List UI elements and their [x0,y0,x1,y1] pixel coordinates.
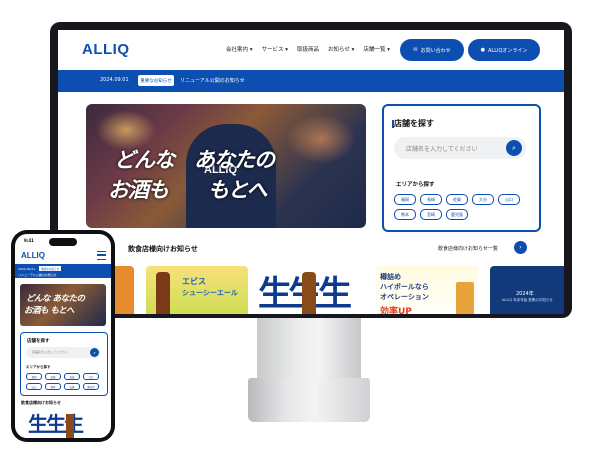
store-search-placeholder: 店舗名を入力してください [32,350,68,354]
store-search-title: 店舗を探す [27,339,50,344]
area-chip-yamaguchi[interactable]: 山口 [26,383,42,390]
hero-banner: どんな あなたの お酒も もとへ [20,284,106,326]
store-search-input[interactable]: 店舗名を入力してください ⌕ [394,137,526,159]
area-chip-saga[interactable]: 佐賀 [446,194,468,205]
card-text: 樽詰め [380,273,401,281]
desktop-screen: ALLIQ 会社案内 ▾ サービス ▾ 取扱商品 お知らせ ▾ 店舗一覧 ▾ ✉… [58,30,564,314]
card-text: シューシーエール [182,289,238,297]
store-search-card: 店舗を探す 店舗名を入力してください ⌕ エリアから探す 福岡 長崎 佐賀 大分… [382,104,541,232]
beer-bottle-image [302,272,316,314]
area-chip-nagasaki[interactable]: 長崎 [45,373,61,380]
section-title: 飲食店様向けお知らせ [128,245,198,253]
news-card[interactable]: 生生生 [258,266,368,314]
area-chip-oita[interactable]: 大分 [83,373,99,380]
news-tag: 重要なお知らせ [138,75,174,86]
news-date: 2024.09.01 [100,77,129,83]
hero-light [286,114,356,164]
mail-icon: ✉ [413,47,418,53]
news-card[interactable]: エビス シューシーエール [146,266,248,314]
hero-headline-line1: どんな あなたの [26,294,85,304]
area-chip-miyazaki[interactable]: 宮崎 [420,209,442,220]
beer-bottle-image [156,272,170,314]
highball-glass-image [456,282,474,314]
user-icon: ● [480,47,485,53]
nav-item-stores[interactable]: 店舗一覧 ▾ [363,45,390,53]
hero-headline-line2: お酒も もとへ [108,178,268,202]
nav-item-company[interactable]: 会社案内 ▾ [226,45,253,53]
search-button[interactable]: ⌕ [506,140,522,156]
news-card[interactable]: 生生生 [20,410,106,438]
monitor-stand-neck [257,318,361,384]
main-nav: 会社案内 ▾ サービス ▾ 取扱商品 お知らせ ▾ 店舗一覧 ▾ [226,45,390,53]
area-chip-fukuoka[interactable]: 福岡 [26,373,42,380]
nav-item-products[interactable]: 取扱商品 [297,45,319,53]
news-tag: 重要なお知らせ [39,266,61,271]
card-text: ハイボールなら [380,283,429,291]
section-title: 飲食店様向けお知らせ [21,400,61,405]
news-bar[interactable]: 2024.09.01 重要なお知らせ リニューアル公開のお知らせ [58,70,564,92]
hamburger-menu-line [97,254,106,256]
card-text: 効率UP [380,307,412,314]
phone-screen: 9:41 ALLIQ 2024.09.01 重要なお知らせ リニューアル公開のお… [15,234,111,438]
area-chip-yamaguchi[interactable]: 山口 [498,194,520,205]
search-icon: ⌕ [93,350,96,355]
online-store-button[interactable]: ● ALLIQオンライン [468,39,540,61]
area-search-label: エリアから探す [396,182,435,188]
area-chips: 福岡 長崎 佐賀 大分 山口 熊本 宮崎 鹿児島 [26,373,102,390]
beer-bottle-image [66,414,74,438]
site-logo[interactable]: ALLIQ [82,41,130,58]
store-search-title: 店舗を探す [394,119,434,128]
hero-headline-line2: お酒も もとへ [24,306,74,316]
card-text: オペレーション [380,293,429,301]
contact-button[interactable]: ✉ お問い合わせ [400,39,464,61]
store-search-card: 店舗を探す 店舗名を入力してください ⌕ エリアから探す 福岡 長崎 佐賀 大分… [20,332,108,396]
news-bar[interactable]: 2024.09.01 重要なお知らせ リニューアル公開のお知らせ [15,264,111,278]
site-header: ALLIQ 会社案内 ▾ サービス ▾ 取扱商品 お知らせ ▾ 店舗一覧 ▾ ✉… [58,30,564,70]
card-text: エビス [182,277,206,286]
contact-button-label: お問い合わせ [420,47,451,54]
area-chip-kagoshima[interactable]: 鹿児島 [446,209,468,220]
card-text: ALLIQ 年末年始 営業のお知らせ [502,298,553,302]
hero-headline-line1: どんな あなたの [114,148,275,172]
news-text[interactable]: リニューアル公開のお知らせ [18,273,57,277]
card-text: 2024年 [516,291,534,297]
area-chip-kumamoto[interactable]: 熊本 [394,209,416,220]
area-chip-saga[interactable]: 佐賀 [64,373,80,380]
area-chip-fukuoka[interactable]: 福岡 [394,194,416,205]
news-text[interactable]: リニューアル公開のお知らせ [180,77,245,84]
hamburger-menu-icon[interactable] [97,251,106,260]
search-button[interactable]: ⌕ [90,348,99,357]
status-time: 9:41 [24,238,34,243]
area-search-label: エリアから探す [26,365,51,369]
search-icon: ⌕ [512,143,516,152]
area-chip-kumamoto[interactable]: 熊本 [45,383,61,390]
area-chip-nagasaki[interactable]: 長崎 [420,194,442,205]
news-card[interactable]: 樽詰め ハイボールなら オペレーション 効率UP [376,266,478,314]
hero-banner: ALLIQ どんな あなたの お酒も もとへ [86,104,366,228]
chevron-right-icon[interactable]: › [514,241,527,254]
phone-notch [49,238,77,246]
news-date: 2024.09.01 [18,267,36,271]
area-chip-miyazaki[interactable]: 宮崎 [64,383,80,390]
section-more-link[interactable]: 飲食店様向けお知らせ一覧 [438,245,498,252]
nav-item-news[interactable]: お知らせ ▾ [328,45,354,53]
online-button-label: ALLIQオンライン [487,47,528,54]
area-chip-oita[interactable]: 大分 [472,194,494,205]
site-logo[interactable]: ALLIQ [21,251,45,260]
store-search-placeholder: 店舗名を入力してください [406,146,478,153]
monitor-stand-base [248,378,370,422]
area-chip-kagoshima[interactable]: 鹿児島 [83,383,99,390]
news-card[interactable]: 2024年 ALLIQ 年末年始 営業のお知らせ [490,266,564,314]
store-search-input[interactable]: 店舗名を入力してください ⌕ [26,347,100,358]
nav-item-services[interactable]: サービス ▾ [262,45,289,53]
area-chips: 福岡 長崎 佐賀 大分 山口 熊本 宮崎 鹿児島 [394,194,532,220]
